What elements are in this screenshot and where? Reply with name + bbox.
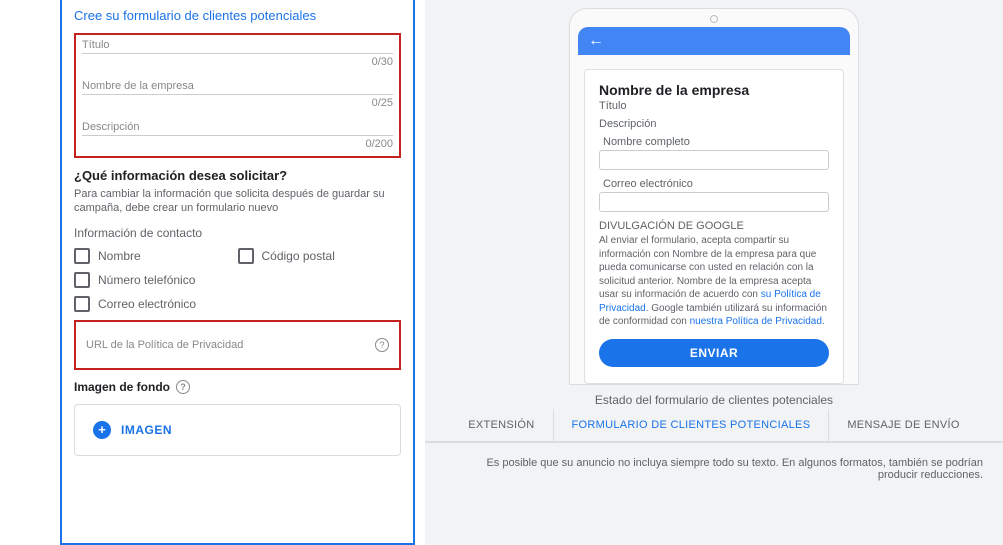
description-counter: 0/200 [82, 138, 393, 150]
background-image-label: Imagen de fondo [74, 380, 170, 394]
checkbox-name[interactable]: Nombre [74, 248, 238, 264]
company-counter: 0/25 [82, 97, 393, 109]
phone-preview: ← Nombre de la empresa Título Descripció… [569, 8, 859, 385]
preview-company: Nombre de la empresa [599, 82, 829, 98]
checkbox-icon [238, 248, 254, 264]
description-input[interactable]: Descripción [82, 121, 393, 133]
tab-send-message[interactable]: MENSAJE DE ENVÍO [828, 409, 977, 441]
tab-extension[interactable]: EXTENSIÓN [450, 409, 552, 441]
plus-icon: + [93, 421, 111, 439]
checkbox-email[interactable]: Correo electrónico [74, 296, 401, 312]
preview-fullname-label: Nombre completo [603, 136, 829, 148]
create-lead-form-panel: Cree su formulario de clientes potencial… [60, 0, 415, 545]
back-arrow-icon[interactable]: ← [588, 32, 604, 50]
checkbox-icon [74, 296, 90, 312]
preview-email-input [599, 192, 829, 212]
tab-lead-form[interactable]: FORMULARIO DE CLIENTES POTENCIALES [553, 409, 829, 441]
checkbox-postal[interactable]: Código postal [238, 248, 402, 264]
preview-tabs: EXTENSIÓN FORMULARIO DE CLIENTES POTENCI… [425, 409, 1003, 442]
highlight-box-fields: Título 0/30 Nombre de la empresa 0/25 De… [74, 33, 401, 158]
checkbox-phone[interactable]: Número telefónico [74, 272, 401, 288]
preview-description: Descripción [599, 118, 829, 130]
highlight-box-privacy: URL de la Política de Privacidad ? [74, 320, 401, 370]
preview-title: Título [599, 100, 829, 112]
disclosure-text: Al enviar el formulario, acepta comparti… [599, 234, 829, 329]
privacy-link-google[interactable]: nuestra Política de Privacidad [690, 316, 822, 327]
checkbox-icon [74, 248, 90, 264]
info-help-text: Para cambiar la información que solicita… [74, 187, 401, 216]
help-icon[interactable]: ? [375, 338, 389, 352]
help-icon[interactable]: ? [176, 380, 190, 394]
preview-state-label: Estado del formulario de clientes potenc… [595, 393, 833, 407]
preview-email-label: Correo electrónico [603, 178, 829, 190]
disclosure-title: DIVULGACIÓN DE GOOGLE [599, 220, 829, 232]
preview-fullname-input [599, 150, 829, 170]
info-question: ¿Qué información desea solicitar? [74, 168, 401, 183]
title-counter: 0/30 [82, 56, 393, 68]
section-title: Cree su formulario de clientes potencial… [74, 8, 401, 23]
privacy-url-input[interactable]: URL de la Política de Privacidad [86, 339, 243, 351]
send-button[interactable]: ENVIAR [599, 339, 829, 367]
speaker-icon [710, 15, 718, 23]
contact-info-label: Información de contacto [74, 226, 401, 240]
checkbox-icon [74, 272, 90, 288]
company-input[interactable]: Nombre de la empresa [82, 80, 393, 92]
add-image-button[interactable]: + IMAGEN [74, 404, 401, 456]
footer-note: Es posible que su anuncio no incluya sie… [425, 442, 1003, 495]
title-input[interactable]: Título [82, 39, 393, 51]
